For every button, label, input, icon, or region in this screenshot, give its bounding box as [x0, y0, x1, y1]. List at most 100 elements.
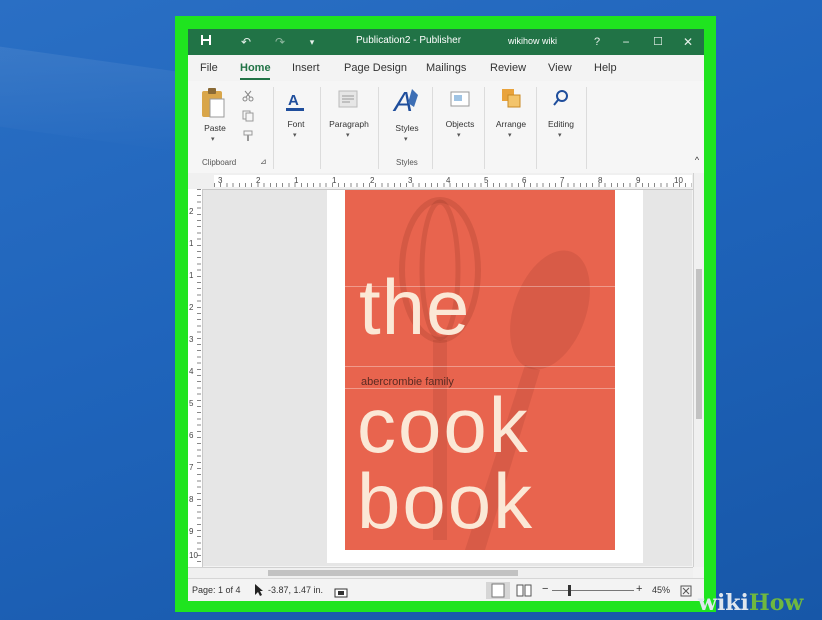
paragraph-caret-icon[interactable]: ▾: [346, 131, 350, 139]
ribbon-separator: [432, 87, 433, 169]
tab-mailings[interactable]: Mailings: [426, 62, 466, 74]
tab-insert[interactable]: Insert: [292, 62, 320, 74]
clipboard-group-label: Clipboard: [202, 158, 237, 167]
horizontal-ruler[interactable]: 3 2 1 1 2 3 4 5 6 7 8 9 10: [188, 173, 694, 190]
ribbon-separator: [586, 87, 587, 169]
paragraph-label: Paragraph: [329, 119, 369, 129]
maximize-button[interactable]: ☐: [650, 32, 666, 52]
ruler-label: 5: [189, 399, 194, 408]
status-bar: Page: 1 of 4 -3.87, 1.47 in. − + 45%: [188, 578, 704, 601]
cut-icon[interactable]: [242, 89, 254, 107]
ruler-label: 1: [332, 176, 337, 185]
tab-page-design[interactable]: Page Design: [344, 62, 407, 74]
search-icon[interactable]: [552, 89, 570, 112]
ruler-label: 2: [189, 207, 194, 216]
minimize-button[interactable]: −: [618, 32, 634, 52]
window-title: Publication2 - Publisher: [356, 35, 462, 46]
format-painter-icon[interactable]: [242, 129, 254, 147]
page-workspace[interactable]: the abercrombie family cook book: [203, 190, 692, 566]
tab-review[interactable]: Review: [490, 62, 526, 74]
horizontal-ruler-scale: 3 2 1 1 2 3 4 5 6 7 8 9 10: [214, 175, 692, 187]
cover-title-cook[interactable]: cook: [357, 386, 530, 464]
paste-caret-icon[interactable]: ▾: [211, 135, 215, 143]
tab-home[interactable]: Home: [240, 62, 271, 74]
cookbook-cover[interactable]: the abercrombie family cook book: [345, 190, 615, 550]
vertical-scrollbar[interactable]: [693, 173, 704, 567]
ruler-label: 7: [189, 463, 194, 472]
styles-label: Styles: [395, 123, 419, 133]
arrange-caret-icon[interactable]: ▾: [508, 131, 512, 139]
objects-icon[interactable]: [450, 89, 470, 114]
font-icon[interactable]: A: [284, 89, 306, 118]
font-label: Font: [287, 119, 305, 129]
cursor-position: -3.87, 1.47 in.: [268, 585, 324, 595]
cover-title-book[interactable]: book: [357, 462, 534, 540]
two-page-view-icon[interactable]: [516, 584, 532, 601]
objects-caret-icon[interactable]: ▾: [457, 131, 461, 139]
clipboard-launcher-icon[interactable]: ⊿: [260, 157, 267, 166]
paragraph-icon[interactable]: [338, 89, 358, 114]
ruler-label: 9: [636, 176, 641, 185]
ruler-label: 8: [598, 176, 603, 185]
page-indicator[interactable]: Page: 1 of 4: [192, 585, 241, 595]
watermark-part1: wiki: [698, 590, 749, 616]
editing-label: Editing: [548, 119, 574, 129]
ruler-label: 6: [189, 431, 194, 440]
zoom-in-button[interactable]: +: [636, 583, 642, 595]
wikihow-watermark: wikiHow: [698, 590, 803, 616]
ruler-label: 2: [256, 176, 261, 185]
tab-file[interactable]: File: [200, 62, 218, 74]
single-page-view-icon[interactable]: [486, 582, 510, 599]
collapse-ribbon-icon[interactable]: ^: [692, 155, 702, 165]
arrange-icon[interactable]: [500, 87, 522, 114]
active-tab-indicator: [240, 78, 270, 80]
styles-caret-icon[interactable]: ▾: [404, 135, 408, 143]
ruler-label: 10: [674, 176, 683, 185]
cover-title-the[interactable]: the: [359, 268, 470, 346]
tab-view[interactable]: View: [548, 62, 572, 74]
tab-help[interactable]: Help: [594, 62, 617, 74]
copy-icon[interactable]: [242, 109, 254, 127]
ruler-label: 1: [294, 176, 299, 185]
ruler-label: 1: [189, 239, 194, 248]
save-icon[interactable]: [198, 32, 214, 52]
publisher-window: ↶ ↷ ▾ Publication2 - Publisher wikihow w…: [188, 29, 704, 601]
ruler-label: 5: [484, 176, 489, 185]
arrange-label: Arrange: [495, 119, 527, 129]
ruler-label: 8: [189, 495, 194, 504]
close-button[interactable]: ✕: [680, 32, 696, 52]
ruler-label: 3: [189, 335, 194, 344]
horizontal-scroll-thumb[interactable]: [268, 570, 518, 576]
ribbon-separator: [273, 87, 274, 169]
redo-icon[interactable]: ↷: [272, 32, 288, 52]
vertical-ruler[interactable]: 2 1 1 2 3 4 5 6 7 8 9 10: [188, 189, 203, 567]
ruler-label: 7: [560, 176, 565, 185]
ribbon-separator: [320, 87, 321, 169]
zoom-slider-track[interactable]: [552, 590, 634, 591]
customize-qat-icon[interactable]: ▾: [306, 32, 318, 52]
paste-button[interactable]: [200, 87, 226, 124]
ruler-label: 4: [189, 367, 194, 376]
fit-page-icon[interactable]: [680, 584, 692, 601]
title-bar: ↶ ↷ ▾ Publication2 - Publisher wikihow w…: [188, 29, 704, 55]
cursor-icon: [254, 583, 264, 601]
ruler-label: 10: [189, 551, 198, 560]
zoom-slider-thumb[interactable]: [568, 585, 571, 596]
ribbon-separator: [536, 87, 537, 169]
zoom-out-button[interactable]: −: [542, 583, 548, 595]
zoom-level[interactable]: 45%: [652, 585, 670, 595]
objects-label: Objects: [445, 119, 475, 129]
editing-caret-icon[interactable]: ▾: [558, 131, 562, 139]
help-icon[interactable]: ?: [590, 32, 604, 52]
font-caret-icon[interactable]: ▾: [293, 131, 297, 139]
ruler-label: 2: [370, 176, 375, 185]
ribbon-separator: [484, 87, 485, 169]
styles-group-label: Styles: [396, 158, 418, 167]
ruler-label: 3: [408, 176, 413, 185]
undo-icon[interactable]: ↶: [238, 32, 254, 52]
user-name[interactable]: wikihow wiki: [508, 36, 557, 46]
vertical-scroll-thumb[interactable]: [696, 269, 702, 419]
ruler-label: 3: [218, 176, 223, 185]
ribbon: Paste ▾ Clipboard ⊿ A Font ▾ Paragraph ▾: [188, 81, 704, 174]
styles-icon[interactable]: A: [392, 85, 422, 124]
